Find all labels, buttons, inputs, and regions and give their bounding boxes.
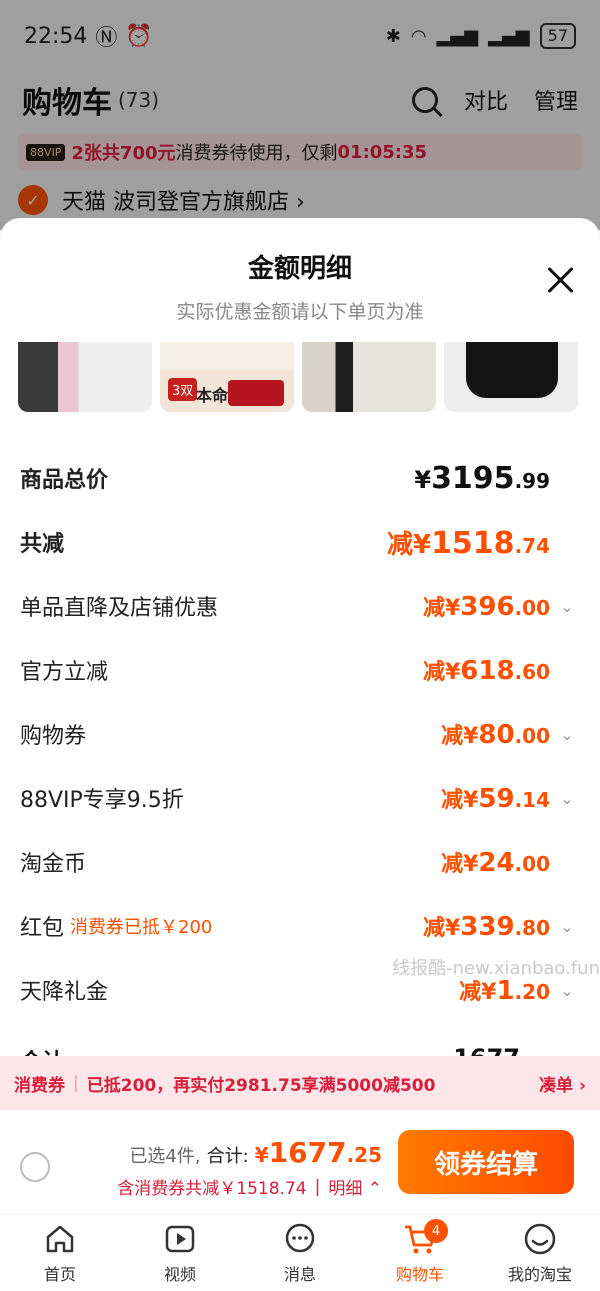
- select-all-checkbox[interactable]: [20, 1152, 50, 1182]
- row-grand-total-amount: 1677: [453, 1044, 520, 1056]
- row-label: 红包: [20, 916, 65, 941]
- row-amount: ¥3195.99: [414, 460, 550, 496]
- add-items-link[interactable]: 凑单 ›: [539, 1071, 586, 1096]
- row-red-packet[interactable]: 红包 消费券已抵￥200 减¥ 339.80 ⌄: [0, 894, 600, 958]
- coupon-strip-text: 已抵200，再实付2981.75享满5000减500: [86, 1075, 436, 1096]
- row-official-discount: 官方立减 减¥618.60 ⌄: [0, 638, 600, 702]
- row-amount: 减¥ 59.14: [441, 784, 550, 814]
- chevron-down-icon[interactable]: ⌄: [554, 789, 580, 808]
- row-label: 88VIP专享9.5折: [20, 788, 184, 813]
- row-amount: 减¥ 339.80: [422, 912, 550, 942]
- row-taojinbi: 淘金币 减¥24.00 ⌄: [0, 830, 600, 894]
- video-icon: [165, 1225, 195, 1253]
- divider: |: [73, 1073, 79, 1093]
- total-amount: ¥1677.25: [254, 1136, 382, 1169]
- sheet-title: 金额明细: [247, 254, 352, 284]
- product-thumbnail: [18, 342, 152, 412]
- row-total-price: 商品总价 ¥3195.99 ⌄: [0, 446, 600, 510]
- chevron-down-icon[interactable]: ⌄: [554, 917, 580, 936]
- row-amount: 减¥ 1518.74: [386, 525, 550, 561]
- selected-count: 已选4件,: [129, 1146, 201, 1167]
- coupon-strip[interactable]: 消费券 | 已抵200，再实付2981.75享满5000减500 凑单 ›: [0, 1056, 600, 1110]
- overlay-dim[interactable]: [0, 0, 600, 230]
- sum-line: 已选4件, 合计: ¥1677.25: [129, 1136, 382, 1169]
- row-amount: 减¥ 80.00: [441, 720, 550, 750]
- profile-icon: [524, 1223, 556, 1255]
- amount-detail-sheet: 金额明细 实际优惠金额请以下单页为准 3双 本命 商品总价 ¥3195.99 ⌄…: [0, 218, 600, 1056]
- tab-label: 视频: [163, 1265, 196, 1284]
- discount-line: 含消费券共减￥1518.74 | 明细 ⌃: [117, 1174, 382, 1200]
- total-label: 合计:: [206, 1146, 249, 1167]
- row-label: 商品总价: [20, 468, 109, 493]
- thumb-socks-image: [228, 380, 284, 406]
- bottom-tab-bar: 首页 视频 消息 购物车 4 我的淘宝: [0, 1214, 600, 1291]
- row-label: 官方立减: [20, 660, 109, 685]
- close-icon[interactable]: [546, 266, 574, 294]
- message-icon: [285, 1223, 315, 1253]
- tab-label: 消息: [283, 1265, 316, 1284]
- row-shopping-voucher[interactable]: 购物券 减¥ 80.00 ⌄: [0, 702, 600, 766]
- row-label: 购物券: [20, 724, 87, 749]
- checkout-bar: 已选4件, 合计: ¥1677.25 含消费券共减￥1518.74 | 明细 ⌃…: [0, 1110, 600, 1214]
- product-thumbnails: 3双 本命: [0, 342, 600, 412]
- product-thumbnail: [302, 342, 436, 412]
- tab-label: 首页: [43, 1265, 76, 1284]
- product-thumbnail: 3双 本命: [160, 342, 294, 412]
- product-thumbnail: [444, 342, 578, 412]
- row-amount: 减¥ 24.00: [441, 848, 550, 878]
- divider: |: [314, 1176, 321, 1197]
- jacket-image: [466, 342, 558, 398]
- checkout-button[interactable]: 领券结算: [398, 1130, 574, 1194]
- tab-home[interactable]: 首页: [0, 1215, 120, 1291]
- chevron-down-icon[interactable]: ⌄: [554, 597, 580, 616]
- discount-summary: 含消费券共减￥1518.74: [117, 1179, 307, 1199]
- row-88vip-discount[interactable]: 88VIP专享9.5折 减¥ 59.14 ⌄: [0, 766, 600, 830]
- row-store-discount[interactable]: 单品直降及店铺优惠 减¥ 396.00 ⌄: [0, 574, 600, 638]
- row-grand-total-label: 合计: [20, 1044, 64, 1056]
- row-total-discount: 共减 减¥1518.74 ⌄: [0, 510, 600, 574]
- coupon-used-badge: 消费券已抵￥200: [70, 917, 213, 938]
- cart-badge: 4: [424, 1219, 448, 1243]
- tab-video[interactable]: 视频: [120, 1215, 240, 1291]
- row-amount: 减¥ 618.60: [422, 656, 550, 686]
- row-label: 淘金币: [20, 852, 87, 877]
- tab-label: 我的淘宝: [507, 1265, 572, 1284]
- row-label: 共减: [20, 532, 65, 557]
- tab-label: 购物车: [395, 1265, 444, 1284]
- row-amount: 减¥ 396.00: [422, 592, 550, 622]
- chevron-down-icon[interactable]: ⌄: [554, 981, 580, 1000]
- tab-profile[interactable]: 我的淘宝: [480, 1215, 600, 1291]
- row-label: 单品直降及店铺优惠: [20, 596, 219, 621]
- tab-cart[interactable]: 购物车 4: [360, 1215, 480, 1291]
- tab-messages[interactable]: 消息: [240, 1215, 360, 1291]
- home-icon: [46, 1225, 74, 1253]
- watermark: 线报酷-new.xianbao.fun: [392, 958, 600, 979]
- detail-toggle[interactable]: 明细 ⌃: [328, 1174, 382, 1199]
- chevron-down-icon[interactable]: ⌄: [554, 725, 580, 744]
- row-label: 天降礼金: [20, 980, 109, 1005]
- sheet-subtitle: 实际优惠金额请以下单页为准: [176, 301, 424, 323]
- thumb-chip: 3双: [168, 378, 198, 401]
- coupon-tag: 消费券: [14, 1075, 65, 1096]
- amount-rows: 商品总价 ¥3195.99 ⌄ 共减 减¥1518.74 ⌄ 单品直降及店铺优惠…: [0, 446, 600, 1022]
- thumb-text: 本命: [196, 386, 229, 405]
